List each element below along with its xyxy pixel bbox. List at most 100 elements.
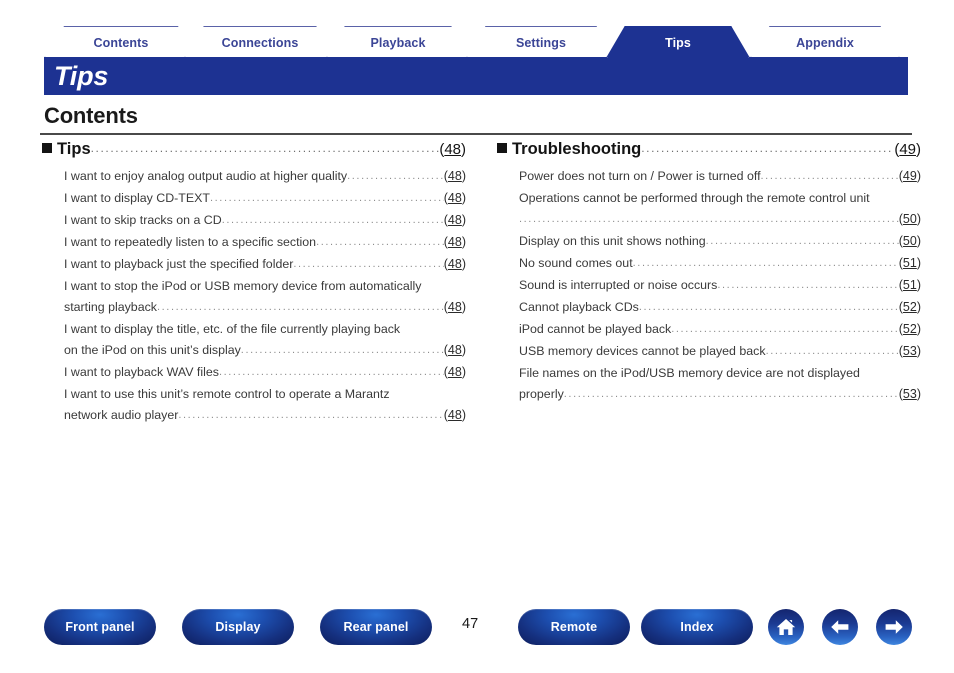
dot-leader: ........................................… [641,141,894,155]
toc-section-header[interactable]: Troubleshooting ........................… [497,140,921,159]
page-link[interactable]: 51 [903,278,917,292]
rear-button[interactable]: Rear panel [320,609,432,645]
toc-entry-page[interactable]: (50) [899,209,921,230]
toc-entry-page[interactable]: (51) [899,275,921,296]
home-button[interactable] [768,609,804,645]
toc-section-page[interactable]: (48) [439,141,466,158]
toc-entry-line: network audio player ...................… [64,405,466,427]
toc-entry[interactable]: Operations cannot be performed through t… [497,188,921,231]
page-link[interactable]: 51 [903,256,917,270]
tab-tips[interactable]: Tips [606,26,750,58]
toc-entry[interactable]: Power does not turn on / Power is turned… [497,166,921,188]
toc-entry-page[interactable]: (52) [899,297,921,318]
page-link[interactable]: 48 [448,343,462,357]
back-button[interactable] [822,609,858,645]
toc-entry-page[interactable]: (48) [444,405,466,426]
dot-leader: ........................................… [240,344,444,356]
page-link[interactable]: 52 [903,322,917,336]
toc-entry-page[interactable]: (48) [444,340,466,361]
dot-leader: ........................................… [638,301,899,313]
toc-entry-line: ........................................… [519,209,921,231]
page-link[interactable]: 48 [448,408,462,422]
toc-entry[interactable]: I want to display the title, etc. of the… [42,319,466,362]
page-root: Contents Connections Playback Settings Tips A… [0,0,954,673]
tab-contents[interactable]: Contents [44,26,198,58]
remote-button[interactable]: Remote [518,609,630,645]
tab-settings[interactable]: Settings [466,26,616,58]
page-link[interactable]: 50 [903,212,917,226]
toc-entry[interactable]: Display on this unit shows nothing .....… [497,231,921,253]
tab-appendix[interactable]: Appendix [750,26,900,58]
toc-entry[interactable]: USB memory devices cannot be played back… [497,341,921,363]
page-title: Contents [44,103,138,128]
dot-leader: ........................................… [90,141,440,155]
toc-entry[interactable]: I want to enjoy analog output audio at h… [42,166,466,188]
toc-entry[interactable]: Sound is interrupted or noise occurs....… [497,275,921,297]
toc-entry-page[interactable]: (48) [444,188,466,209]
dot-leader: ........................................… [765,345,899,357]
toc-entry-line: USB memory devices cannot be played back… [519,341,921,363]
page-link[interactable]: 48 [448,300,462,314]
dot-leader: ........................................… [519,213,899,225]
toc-entry-line: I want to enjoy analog output audio at h… [64,166,466,188]
toc-entry[interactable]: File names on the iPod/USB memory device… [497,363,921,406]
page-link[interactable]: 49 [899,141,916,158]
toc-entry-line: I want to display CD-TEXT...............… [64,188,466,210]
toc-entry-text: network audio player [64,408,179,422]
page-link[interactable]: 48 [444,141,461,158]
toc-entry-page[interactable]: (48) [444,362,466,383]
tab-connections[interactable]: Connections [184,26,336,58]
page-link[interactable]: 48 [448,213,462,227]
toc-entry-text: Cannot playback CDs [519,300,639,314]
page-link[interactable]: 52 [903,300,917,314]
toc-entry-page[interactable]: (53) [899,341,921,362]
toc-entry-line: starting playback.......................… [64,297,466,319]
toc-entry[interactable]: I want to stop the iPod or USB memory de… [42,276,466,319]
toc-entry-text: Display on this unit shows nothing [519,234,706,248]
tab-label: Connections [221,35,299,50]
toc-entry-page[interactable]: (51) [899,253,921,274]
page-link[interactable]: 48 [448,235,462,249]
toc-entry[interactable]: I want to skip tracks on a CD ..........… [42,210,466,232]
front-button[interactable]: Front panel [44,609,156,645]
toc-entry-page[interactable]: (49) [899,166,921,187]
toc-section-header[interactable]: Tips....................................… [42,140,466,159]
toc-entry-page[interactable]: (48) [444,254,466,275]
toc-entry-page[interactable]: (48) [444,166,466,187]
forward-button[interactable] [876,609,912,645]
toc-entry-page[interactable]: (48) [444,210,466,231]
toc-entry[interactable]: iPod cannot be played back..............… [497,319,921,341]
page-link[interactable]: 49 [903,169,917,183]
toc-entry-text: I want to playback just the specified fo… [64,257,294,271]
toc-entry[interactable]: I want to use this unit’s remote control… [42,384,466,427]
toc-entry-page[interactable]: (48) [444,297,466,318]
toc-entry[interactable]: No sound comes out......................… [497,253,921,275]
toc-entry[interactable]: I want to playback just the specified fo… [42,254,466,276]
toc-entry-text: I want to skip tracks on a CD [64,213,222,227]
toc-entry-text: Operations cannot be performed through t… [519,191,870,205]
page-link[interactable]: 48 [448,169,462,183]
toc-entry-page[interactable]: (48) [444,232,466,253]
page-link[interactable]: 48 [448,191,462,205]
page-link[interactable]: 50 [903,234,917,248]
toc-entry-page[interactable]: (53) [899,384,921,405]
toc-entry[interactable]: I want to repeatedly listen to a specifi… [42,232,466,254]
page-link[interactable]: 48 [448,257,462,271]
toc-section-page[interactable]: (49) [894,141,921,158]
toc-entry-text: Sound is interrupted or noise occurs [519,278,718,292]
page-link[interactable]: 53 [903,387,917,401]
page-link[interactable]: 48 [448,365,462,379]
display-button[interactable]: Display [182,609,294,645]
tab-playback[interactable]: Playback [326,26,470,58]
index-button[interactable]: Index [641,609,753,645]
page-link[interactable]: 53 [903,344,917,358]
tab-label: Settings [515,35,567,50]
toc-entry[interactable]: I want to display CD-TEXT...............… [42,188,466,210]
toc-entry[interactable]: Cannot playback CDs ....................… [497,297,921,319]
toc-entry[interactable]: I want to playback WAV files............… [42,362,466,384]
toc-entry-page[interactable]: (52) [899,319,921,340]
tab-bar: Contents Connections Playback Settings Tips A… [44,26,910,58]
toc-column-left: Tips....................................… [42,140,466,427]
toc-entry-page[interactable]: (50) [899,231,921,252]
dot-leader: ........................................… [760,170,899,182]
